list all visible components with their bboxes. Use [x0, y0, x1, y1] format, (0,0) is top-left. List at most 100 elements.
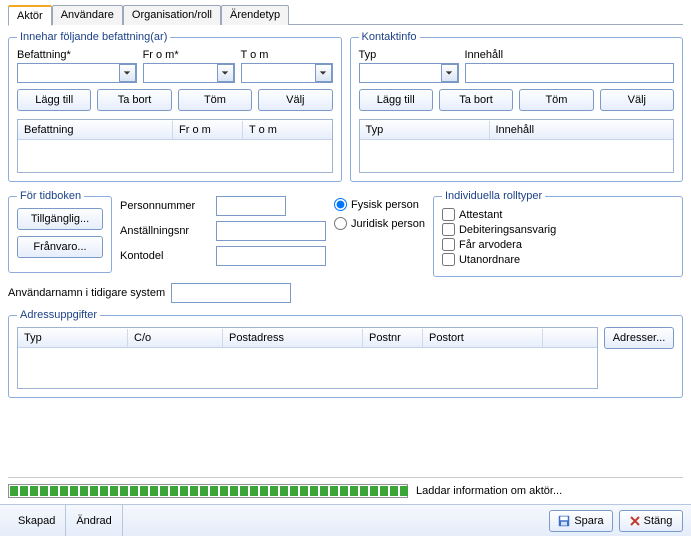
fysisk-radio[interactable] [334, 198, 347, 211]
tidboken-group: För tidboken Tillgänglig... Frånvaro... [8, 190, 112, 273]
typ-label: Typ [359, 49, 459, 61]
arvodera-checkbox[interactable] [442, 238, 455, 251]
th-postort[interactable]: Postort [423, 329, 543, 347]
juridisk-radio-label[interactable]: Juridisk person [334, 217, 425, 230]
kontakt-tom-button[interactable]: Töm [519, 89, 593, 111]
kontodel-label: Kontodel [120, 250, 210, 262]
kontakt-valj-button[interactable]: Välj [600, 89, 674, 111]
kontodel-input[interactable] [216, 246, 326, 266]
befattningar-group: Innehar följande befattning(ar) Befattni… [8, 31, 342, 182]
arvodera-text: Får arvodera [459, 239, 522, 251]
befattningar-valj-button[interactable]: Välj [258, 89, 332, 111]
spara-label: Spara [574, 515, 603, 527]
tab-anvandare[interactable]: Användare [52, 5, 123, 25]
spara-button[interactable]: Spara [549, 510, 613, 532]
from-combo[interactable] [143, 63, 235, 83]
th-tom[interactable]: T o m [243, 121, 332, 139]
adress-legend: Adressuppgifter [17, 309, 100, 321]
skapad-label: Skapad [18, 515, 55, 527]
utan-check-label[interactable]: Utanordnare [442, 253, 674, 266]
tab-strip: Aktör Användare Organisation/roll Ärende… [8, 4, 683, 25]
prevuser-input[interactable] [171, 283, 291, 303]
attestant-checkbox[interactable] [442, 208, 455, 221]
tab-orgroll-label: Organisation/roll [132, 9, 212, 21]
kontaktinfo-table-head: Typ Innehåll [360, 120, 674, 140]
progress-text: Laddar information om aktör... [416, 485, 562, 497]
skapad-segment: Skapad [8, 505, 66, 536]
juridisk-text: Juridisk person [351, 218, 425, 230]
th-spacer [543, 335, 597, 341]
th-from[interactable]: Fr o m [173, 121, 243, 139]
tab-anvandare-label: Användare [61, 9, 114, 21]
kontaktinfo-table[interactable]: Typ Innehåll [359, 119, 675, 173]
save-icon [558, 515, 570, 527]
th-co[interactable]: C/o [128, 329, 223, 347]
tab-aktor-label: Aktör [17, 10, 43, 22]
anstallningsnr-label: Anställningsnr [120, 225, 210, 237]
persontype-block: Fysisk person Juridisk person [334, 190, 425, 230]
tom-combo[interactable] [241, 63, 333, 83]
fysisk-radio-label[interactable]: Fysisk person [334, 198, 425, 211]
th-befattning[interactable]: Befattning [18, 121, 173, 139]
tillganglig-button[interactable]: Tillgänglig... [17, 208, 103, 230]
tab-aktor[interactable]: Aktör [8, 5, 52, 26]
adress-group: Adressuppgifter Typ C/o Postadress Postn… [8, 309, 683, 398]
anstallningsnr-input[interactable] [216, 221, 326, 241]
typ-combo[interactable] [359, 63, 459, 83]
franvaro-button[interactable]: Frånvaro... [17, 236, 103, 258]
befattningar-table[interactable]: Befattning Fr o m T o m [17, 119, 333, 173]
adress-table-head: Typ C/o Postadress Postnr Postort [18, 328, 597, 348]
personnummer-input[interactable] [216, 196, 286, 216]
prevuser-label: Användarnamn i tidigare system [8, 287, 165, 299]
stang-label: Stäng [644, 515, 673, 527]
befattningar-tom-button[interactable]: Töm [178, 89, 252, 111]
attestant-check-label[interactable]: Attestant [442, 208, 674, 221]
innehall-input[interactable] [465, 63, 675, 83]
innehall-label: Innehåll [465, 49, 675, 61]
kontaktinfo-group: Kontaktinfo Typ Innehåll Lägg till Ta bo… [350, 31, 684, 182]
stang-button[interactable]: Stäng [619, 510, 683, 532]
befattning-label: Befattning* [17, 49, 137, 61]
juridisk-radio[interactable] [334, 217, 347, 230]
tidboken-legend: För tidboken [17, 190, 84, 202]
rolltyper-group: Individuella rolltyper Attestant Debiter… [433, 190, 683, 277]
th-innehall[interactable]: Innehåll [490, 121, 674, 139]
rolltyper-legend: Individuella rolltyper [442, 190, 545, 202]
tab-arendetyp[interactable]: Ärendetyp [221, 5, 289, 25]
kontaktinfo-legend: Kontaktinfo [359, 31, 420, 43]
befattningar-tabort-button[interactable]: Ta bort [97, 89, 171, 111]
th-postadress[interactable]: Postadress [223, 329, 363, 347]
progress-fill [10, 486, 408, 496]
adresser-button[interactable]: Adresser... [604, 327, 674, 349]
tom-label: T o m [241, 49, 333, 61]
th-postnr[interactable]: Postnr [363, 329, 423, 347]
th-typ[interactable]: Typ [360, 121, 490, 139]
attestant-text: Attestant [459, 209, 502, 221]
th-adress-typ[interactable]: Typ [18, 329, 128, 347]
adress-table[interactable]: Typ C/o Postadress Postnr Postort [17, 327, 598, 389]
kontakt-tabort-button[interactable]: Ta bort [439, 89, 513, 111]
andrad-label: Ändrad [76, 515, 111, 527]
befattningar-lagg-button[interactable]: Lägg till [17, 89, 91, 111]
debit-checkbox[interactable] [442, 223, 455, 236]
befattning-combo[interactable] [17, 63, 137, 83]
status-bar: Skapad Ändrad Spara Stäng [0, 504, 691, 536]
chevron-down-icon[interactable] [315, 64, 332, 82]
befattningar-table-head: Befattning Fr o m T o m [18, 120, 332, 140]
chevron-down-icon[interactable] [217, 64, 234, 82]
from-label: Fr o m* [143, 49, 235, 61]
debit-text: Debiteringsansvarig [459, 224, 556, 236]
befattningar-legend: Innehar följande befattning(ar) [17, 31, 170, 43]
chevron-down-icon[interactable] [441, 64, 458, 82]
progress-bar [8, 484, 408, 498]
kontakt-lagg-button[interactable]: Lägg till [359, 89, 433, 111]
chevron-down-icon[interactable] [119, 64, 136, 82]
fysisk-text: Fysisk person [351, 199, 419, 211]
personnummer-label: Personnummer [120, 200, 210, 212]
tab-arendetyp-label: Ärendetyp [230, 9, 280, 21]
tab-orgroll[interactable]: Organisation/roll [123, 5, 221, 25]
utan-text: Utanordnare [459, 254, 520, 266]
utan-checkbox[interactable] [442, 253, 455, 266]
arvodera-check-label[interactable]: Får arvodera [442, 238, 674, 251]
debit-check-label[interactable]: Debiteringsansvarig [442, 223, 674, 236]
